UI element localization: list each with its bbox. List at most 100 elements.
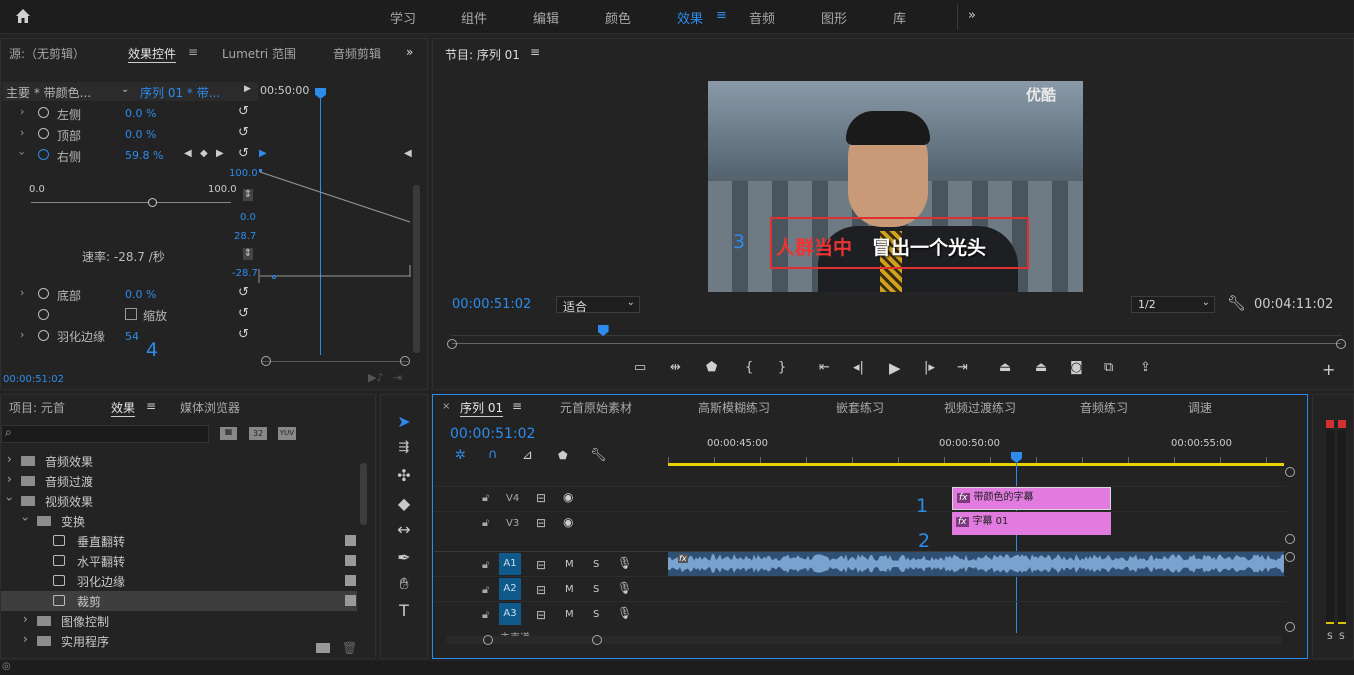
track-height-handle[interactable] xyxy=(1285,467,1295,477)
effects-tree-item[interactable]: 水平翻转 xyxy=(1,551,357,571)
value-graph[interactable] xyxy=(258,165,413,283)
workspace-tab-editing[interactable]: 编辑 xyxy=(533,8,559,27)
workspace-tab-learn[interactable]: 学习 xyxy=(390,8,416,27)
stopwatch-active-icon[interactable] xyxy=(38,149,49,160)
razor-tool-icon[interactable]: ◆ xyxy=(392,494,416,513)
expand-triangle-icon[interactable]: › xyxy=(20,126,24,139)
timeline-timecode[interactable]: 00:00:51:02 xyxy=(450,426,535,442)
export-icon[interactable]: ⇪ xyxy=(1140,360,1151,375)
tab-audio-clip-mixer[interactable]: 音频剪辑 xyxy=(333,45,381,62)
workspace-tab-graphics[interactable]: 图形 xyxy=(821,8,847,27)
snap-nest-icon[interactable]: ✲ xyxy=(455,448,466,463)
timeline-horizontal-scrollbar[interactable] xyxy=(446,636,1282,644)
sequence-clip-label[interactable]: 序列 01 * 带... xyxy=(140,84,220,101)
effects-tree-item[interactable]: 羽化边缘 xyxy=(1,571,357,591)
stopwatch-icon[interactable] xyxy=(38,128,49,139)
expand-triangle-icon[interactable]: › xyxy=(20,328,24,341)
stopwatch-icon[interactable] xyxy=(38,309,49,320)
mark-in-out-icon[interactable]: ⇹ xyxy=(670,360,681,375)
tab-media-browser[interactable]: 媒体浏览器 xyxy=(180,399,240,416)
effects-tree-item[interactable]: › 视频效果 xyxy=(1,491,357,511)
solo-button[interactable]: S xyxy=(593,609,599,620)
prop-top-value[interactable]: 0.0 % xyxy=(125,128,156,141)
track-select-tool-icon[interactable]: ⇶ xyxy=(392,440,416,455)
tab-sequence[interactable]: 音频练习 xyxy=(1080,399,1128,416)
effects-scrollbar[interactable] xyxy=(360,463,367,525)
type-tool-icon[interactable]: T xyxy=(392,601,416,620)
collapse-triangle-icon[interactable]: › xyxy=(2,497,16,502)
mark-out-icon[interactable]: } xyxy=(778,360,786,375)
trash-icon[interactable]: 🗑︎ xyxy=(342,641,357,655)
effects-tree-item[interactable]: › 音频效果 xyxy=(1,451,357,471)
workspace-menu-icon[interactable]: ≡ xyxy=(716,8,727,23)
microphone-icon[interactable]: 🎙︎ xyxy=(617,581,632,595)
workspace-tab-audio[interactable]: 音频 xyxy=(749,8,775,27)
microphone-icon[interactable]: 🎙︎ xyxy=(617,556,632,570)
tab-effects[interactable]: 效果 xyxy=(111,399,136,417)
work-area-bar[interactable] xyxy=(668,463,1284,466)
panel-menu-icon[interactable]: ≡ xyxy=(146,399,156,413)
comparison-view-icon[interactable]: ⧉ xyxy=(1104,360,1113,375)
zoom-handle-right[interactable] xyxy=(400,356,410,366)
prev-keyframe-icon[interactable]: ◀ xyxy=(184,148,192,159)
track-height-handle[interactable] xyxy=(1285,622,1295,632)
program-timecode[interactable]: 00:00:51:02 xyxy=(452,297,531,312)
extract-icon[interactable]: ⏏ xyxy=(1035,360,1047,375)
ripple-edit-tool-icon[interactable]: ✣ xyxy=(392,466,416,485)
mark-in-icon[interactable]: { xyxy=(745,360,753,375)
32bit-effects-icon[interactable]: 32 xyxy=(249,427,267,440)
mute-button[interactable]: M xyxy=(565,609,574,620)
add-marker-icon[interactable]: ⬟ xyxy=(706,360,717,375)
collapse-triangle-icon[interactable]: › xyxy=(16,151,29,155)
go-to-out-icon[interactable]: ⇥ xyxy=(957,360,968,375)
keyframe-icon[interactable]: ▶ xyxy=(259,148,267,159)
meter-solo-left[interactable]: S xyxy=(1327,632,1333,642)
slip-tool-icon[interactable]: ↔ xyxy=(392,520,416,539)
workspace-overflow-icon[interactable]: » xyxy=(968,8,976,23)
meter-solo-right[interactable]: S xyxy=(1339,632,1345,642)
master-clip-label[interactable]: 主要 * 带颜色... xyxy=(6,84,91,101)
expand-triangle-icon[interactable]: › xyxy=(23,612,28,626)
expand-triangle-icon[interactable]: › xyxy=(7,452,12,466)
linked-selection-icon[interactable]: ⊿ xyxy=(522,448,533,463)
solo-button[interactable]: S xyxy=(593,584,599,595)
workspace-tab-color[interactable]: 颜色 xyxy=(605,8,631,27)
tab-project[interactable]: 项目: 元首 xyxy=(9,399,65,416)
tab-sequence-01[interactable]: 序列 01 xyxy=(460,399,504,417)
effects-tree-item[interactable]: 垂直翻转 xyxy=(1,531,357,551)
scrub-handle-right[interactable] xyxy=(1336,339,1346,349)
prop-right-value[interactable]: 59.8 % xyxy=(125,149,163,162)
scrub-handle-left[interactable] xyxy=(447,339,457,349)
value-slider-track[interactable] xyxy=(31,202,231,203)
panel-scrollbar[interactable] xyxy=(413,185,420,353)
scroll-handle-left[interactable] xyxy=(483,635,493,645)
tab-effect-controls[interactable]: 效果控件 xyxy=(128,45,177,63)
stopwatch-icon[interactable] xyxy=(38,107,49,118)
workspace-tab-effects[interactable]: 效果 xyxy=(677,8,703,27)
sync-lock-icon[interactable]: ⊟ xyxy=(536,558,546,572)
tab-sequence[interactable]: 调速 xyxy=(1188,399,1212,416)
go-to-in-icon[interactable]: ⇤ xyxy=(819,360,830,375)
lock-icon[interactable]: 🔓︎ xyxy=(482,583,489,597)
prop-feather-value[interactable]: 54 xyxy=(125,330,139,343)
effects-tree-item[interactable]: › 音频过渡 xyxy=(1,471,357,491)
expand-triangle-icon[interactable]: › xyxy=(23,632,28,646)
export-frame-camera-icon[interactable]: ◙ xyxy=(1070,360,1083,375)
close-icon[interactable]: × xyxy=(442,401,450,412)
reset-icon[interactable]: ↺ xyxy=(238,306,249,321)
lock-icon[interactable]: 🔓︎ xyxy=(482,516,489,530)
solo-button[interactable]: S xyxy=(593,559,599,570)
sync-lock-icon[interactable]: ⊟ xyxy=(536,491,546,505)
eye-icon[interactable]: ◉ xyxy=(563,490,573,504)
effects-tree-item[interactable]: › 实用程序 xyxy=(1,631,357,651)
next-keyframe-icon[interactable]: ▶ xyxy=(216,148,224,159)
tab-sequence[interactable]: 视频过渡练习 xyxy=(944,399,1016,416)
value-slider-knob[interactable] xyxy=(148,198,157,207)
mute-button[interactable]: M xyxy=(565,584,574,595)
panel-overflow-icon[interactable]: » xyxy=(406,45,413,59)
scale-toggle-icon[interactable]: ⇕ xyxy=(243,189,253,201)
fit-dropdown[interactable]: 适合 ⌄ xyxy=(556,296,640,314)
audio-clip-waveform[interactable] xyxy=(668,552,1284,576)
expand-triangle-icon[interactable]: › xyxy=(20,286,24,299)
play-only-icon[interactable]: ▶ xyxy=(244,84,251,94)
